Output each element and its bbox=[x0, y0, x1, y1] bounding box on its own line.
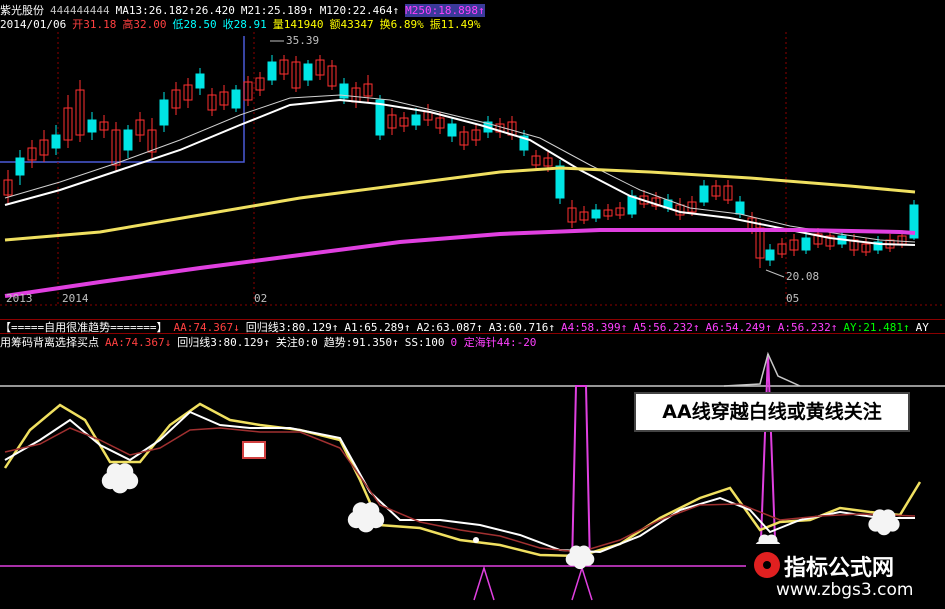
reference-line-bump bbox=[723, 351, 801, 387]
trend-red-line bbox=[4, 427, 916, 553]
signal-spike-low bbox=[571, 565, 593, 601]
signal-spike bbox=[571, 385, 591, 567]
indicator-chart[interactable] bbox=[0, 0, 945, 609]
watermark-url: www.zbgs3.com bbox=[776, 580, 914, 600]
signal-spike-low bbox=[473, 565, 495, 601]
regression-white-line bbox=[4, 410, 915, 554]
watermark: 指标公式网 www.zbgs3.com bbox=[746, 544, 945, 609]
signal-cloud-icon bbox=[347, 502, 385, 533]
annotation-callout: AA线穿越白线或黄线关注 bbox=[634, 392, 910, 432]
signal-dot bbox=[473, 537, 479, 543]
watermark-title: 指标公式网 bbox=[784, 556, 895, 581]
logo-icon bbox=[754, 552, 780, 578]
signal-cloud-icon bbox=[101, 463, 139, 494]
signal-box-marker bbox=[242, 441, 266, 459]
